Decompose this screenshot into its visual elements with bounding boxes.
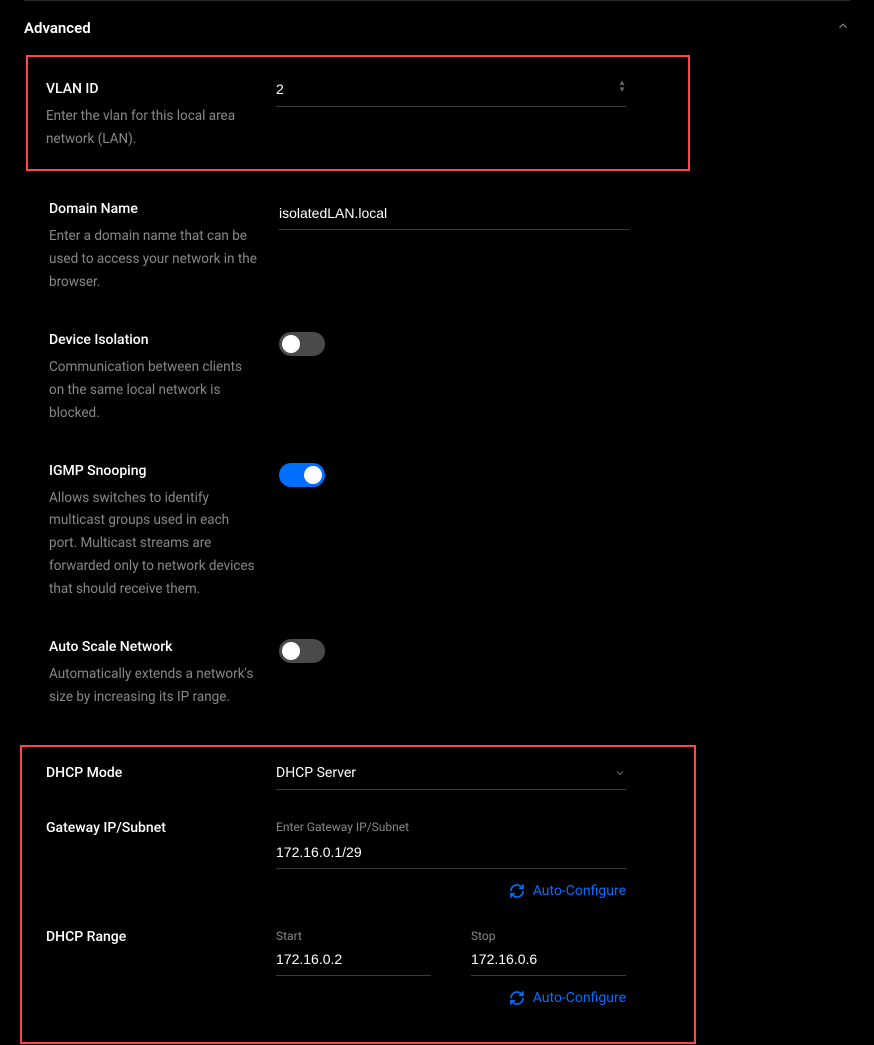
chevron-down-icon [614, 767, 626, 782]
dhcp-mode-select[interactable]: DHCP Server [276, 765, 626, 790]
refresh-icon [509, 990, 525, 1006]
domain-name-input[interactable] [279, 201, 629, 230]
range-start-label: Start [276, 929, 431, 943]
autoscale-desc: Automatically extends a network's size b… [49, 663, 259, 709]
dhcp-highlight-box: DHCP Mode DHCP Server Gateway IP/Subnet [20, 745, 696, 1044]
isolation-label: Device Isolation [49, 332, 259, 348]
autoscale-label: Auto Scale Network [49, 639, 259, 655]
stepper-icon[interactable]: ▲ ▼ [618, 79, 626, 93]
advanced-section-header[interactable]: Advanced [24, 19, 850, 55]
igmp-label: IGMP Snooping [49, 463, 259, 479]
vlan-desc: Enter the vlan for this local area netwo… [46, 105, 256, 151]
range-auto-configure-button[interactable]: Auto-Configure [276, 990, 626, 1006]
auto-configure-label: Auto-Configure [533, 990, 626, 1006]
domain-label: Domain Name [49, 201, 259, 217]
domain-desc: Enter a domain name that can be used to … [49, 225, 259, 294]
dhcp-range-start-input[interactable] [276, 949, 431, 976]
gateway-label: Gateway IP/Subnet [46, 820, 256, 836]
dhcp-range-label: DHCP Range [46, 929, 256, 945]
device-isolation-toggle[interactable] [279, 332, 325, 356]
vlan-id-input[interactable] [276, 81, 626, 97]
range-stop-label: Stop [471, 929, 626, 943]
refresh-icon [509, 883, 525, 899]
auto-configure-label: Auto-Configure [533, 883, 626, 899]
gateway-ip-input[interactable] [276, 840, 626, 869]
auto-scale-toggle[interactable] [279, 639, 325, 663]
gateway-auto-configure-button[interactable]: Auto-Configure [276, 883, 626, 899]
section-title: Advanced [24, 19, 91, 37]
dhcp-mode-label: DHCP Mode [46, 765, 256, 781]
vlan-id-input-wrap[interactable]: ▲ ▼ [276, 81, 626, 107]
vlan-highlight-box: VLAN ID Enter the vlan for this local ar… [26, 55, 690, 171]
dhcp-mode-value: DHCP Server [276, 765, 356, 781]
dhcp-range-stop-input[interactable] [471, 949, 626, 976]
gateway-placeholder-label: Enter Gateway IP/Subnet [276, 820, 626, 834]
igmp-snooping-toggle[interactable] [279, 463, 325, 487]
igmp-desc: Allows switches to identify multicast gr… [49, 487, 259, 602]
vlan-label: VLAN ID [46, 81, 256, 97]
chevron-up-icon [836, 19, 850, 37]
isolation-desc: Communication between clients on the sam… [49, 356, 259, 425]
